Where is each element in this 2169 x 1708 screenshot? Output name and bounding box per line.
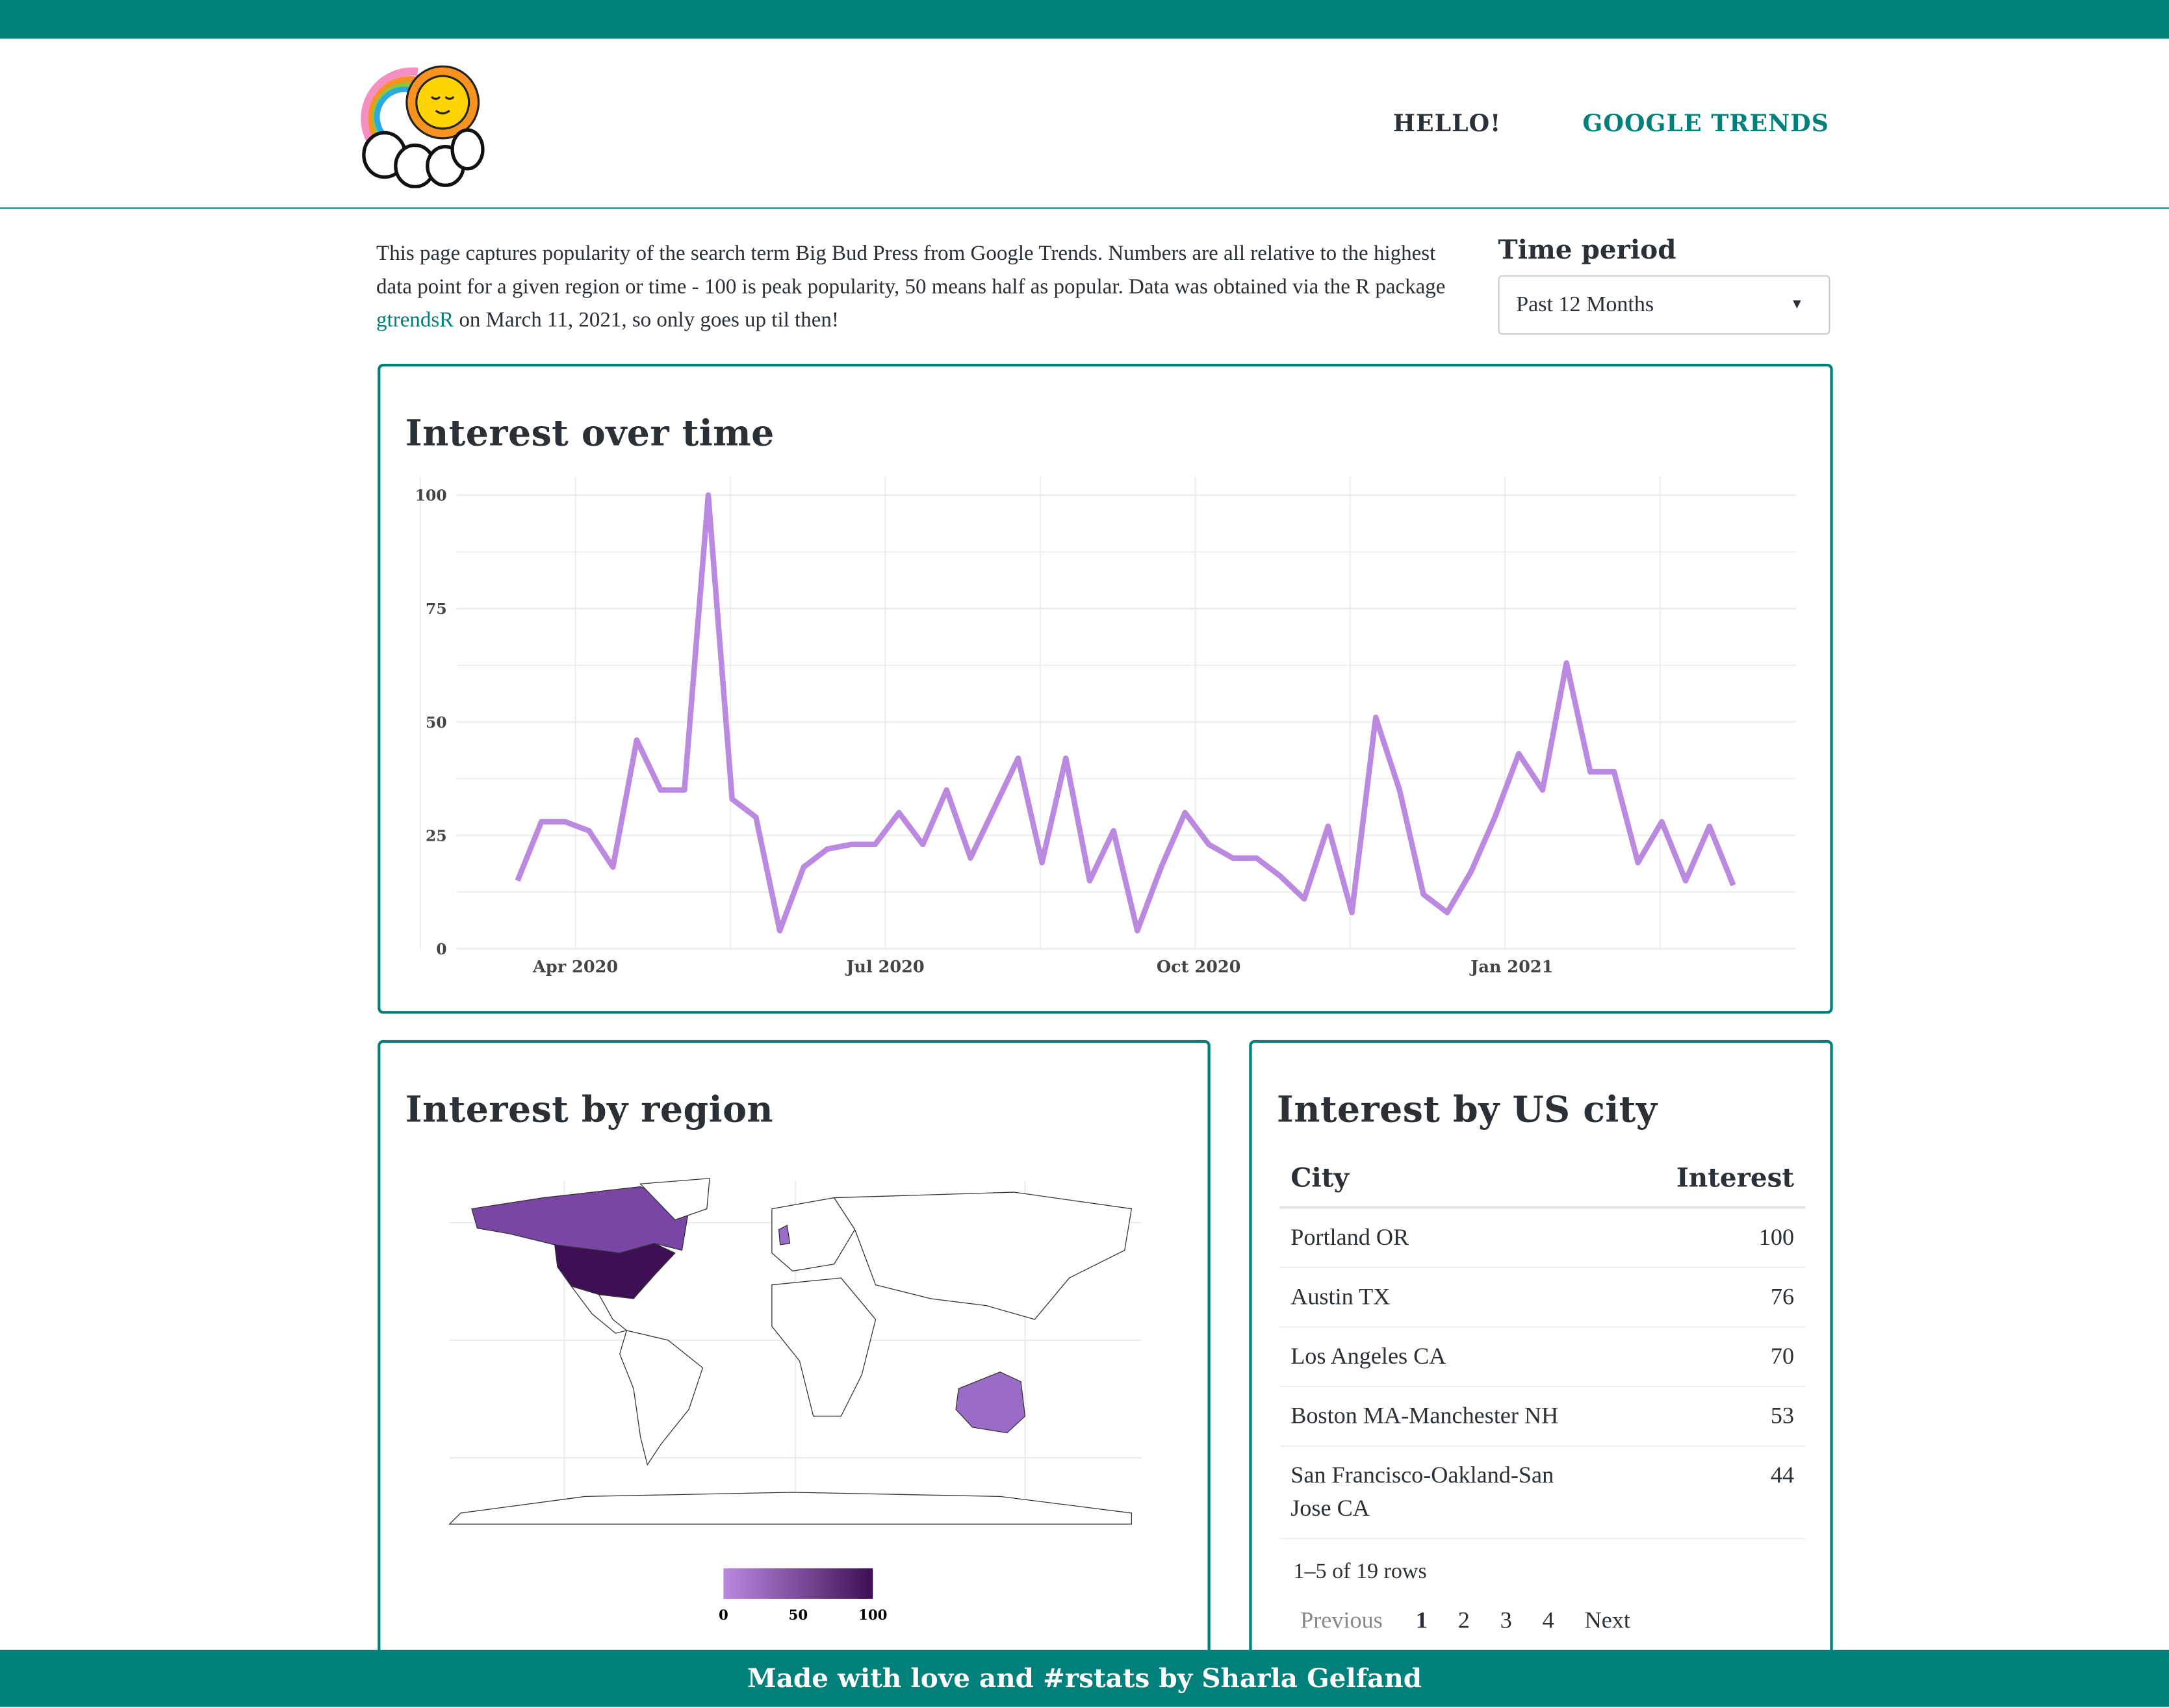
y-tick-label: 75	[425, 599, 446, 617]
y-tick-label: 50	[425, 713, 446, 731]
footer: Made with love and #rstats by Sharla Gel…	[0, 1650, 2169, 1707]
city-interest: 76	[1770, 1283, 1795, 1310]
map-australia	[955, 1371, 1025, 1434]
nav-google-trends[interactable]: GOOGLE TRENDS	[1582, 110, 1829, 138]
x-tick-label: Oct 2020	[1156, 957, 1240, 976]
city-name: Los Angeles CA	[1290, 1343, 1446, 1370]
page-2-button[interactable]: 2	[1458, 1607, 1470, 1635]
y-tick-label: 0	[435, 939, 446, 958]
table-row: San Francisco-Oakland-San Jose CA 44	[1279, 1447, 1806, 1540]
city-interest: 53	[1770, 1402, 1795, 1429]
page-1-button[interactable]: 1	[1416, 1607, 1428, 1635]
table-row: Austin TX 76	[1279, 1268, 1806, 1328]
big-bud-logo[interactable]	[359, 58, 487, 188]
top-bar	[0, 0, 2169, 39]
time-period-value: Past 12 Months	[1516, 293, 1654, 317]
page-3-button[interactable]: 3	[1500, 1607, 1512, 1635]
x-tick-label: Apr 2020	[532, 957, 617, 976]
intro-text-after: on March 11, 2021, so only goes up til t…	[454, 308, 839, 332]
city-name: San Francisco-Oakland-San Jose CA	[1290, 1462, 1554, 1522]
map-asia	[832, 1192, 1132, 1320]
map-antarctica	[448, 1492, 1131, 1525]
column-header-city[interactable]: City	[1290, 1163, 1349, 1193]
row-count: 1–5 of 19 rows	[1293, 1560, 1427, 1584]
chevron-down-icon: ▼	[1790, 297, 1804, 313]
y-tick-label: 100	[415, 486, 446, 504]
intro-text: This page captures popularity of the sea…	[376, 238, 1469, 337]
pagination: Previous 1 2 3 4 Next	[1300, 1607, 1661, 1635]
table-row: Portland OR 100	[1279, 1209, 1806, 1269]
interest-over-time-chart: 0 25 50 75 100 Apr 2020 Jul 2020 Oct 2020 Jan 20…	[415, 476, 1795, 976]
interest-by-city-card: Interest by US city City Interest Portla…	[1249, 1039, 1833, 1677]
map-africa	[771, 1277, 876, 1417]
x-tick-label: Jan 2021	[1469, 957, 1552, 976]
gtrendsr-link[interactable]: gtrendsR	[376, 309, 454, 332]
table-header: City Interest	[1279, 1151, 1806, 1209]
city-name: Boston MA-Manchester NH	[1290, 1402, 1559, 1429]
interest-by-city-title: Interest by US city	[1276, 1090, 1658, 1132]
page-4-button[interactable]: 4	[1543, 1607, 1554, 1635]
time-period-label: Time period	[1498, 235, 1676, 266]
y-tick-label: 25	[425, 826, 446, 844]
column-header-interest[interactable]: Interest	[1676, 1163, 1794, 1193]
legend-tick-100: 100	[858, 1607, 886, 1624]
table-row: Boston MA-Manchester NH 53	[1279, 1387, 1806, 1447]
previous-button[interactable]: Previous	[1300, 1607, 1383, 1635]
city-interest: 70	[1770, 1343, 1795, 1370]
table-row: Los Angeles CA 70	[1279, 1328, 1806, 1388]
x-tick-label: Jul 2020	[844, 957, 923, 976]
city-interest: 44	[1770, 1462, 1795, 1488]
intro-text-before: This page captures popularity of the sea…	[376, 242, 1446, 299]
interest-by-region-title: Interest by region	[405, 1090, 774, 1132]
city-name: Austin TX	[1290, 1283, 1391, 1310]
world-map[interactable]: 0 50 100	[377, 1167, 1207, 1638]
city-table: City Interest Portland OR 100 Austin TX 76 L…	[1279, 1151, 1806, 1540]
legend-tick-0: 0	[718, 1607, 728, 1624]
header: HELLO! GOOGLE TRENDS	[0, 39, 2169, 209]
nav-hello[interactable]: HELLO!	[1393, 110, 1501, 138]
interest-by-region-card: Interest by region 0 50 100	[377, 1039, 1211, 1677]
city-interest: 100	[1758, 1224, 1795, 1251]
map-south-america	[618, 1330, 703, 1466]
time-period-select[interactable]: Past 12 Months ▼	[1498, 275, 1830, 335]
city-name: Portland OR	[1290, 1224, 1409, 1251]
map-legend-gradient	[723, 1568, 873, 1599]
interest-line	[514, 491, 1736, 933]
next-button[interactable]: Next	[1585, 1607, 1630, 1635]
legend-tick-50: 50	[788, 1607, 807, 1624]
interest-over-time-card: Interest over time 0 25 50 75 100 Apr 2020 Jul…	[378, 363, 1833, 1014]
